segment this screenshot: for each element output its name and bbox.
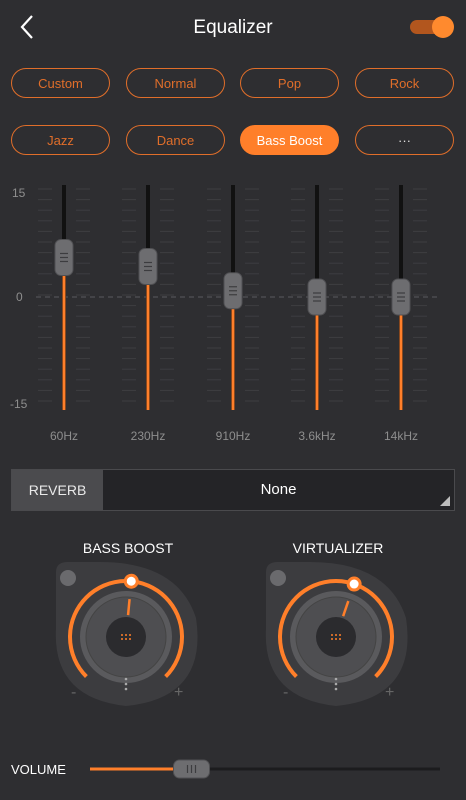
band-label-14khz: 14kHz <box>383 429 418 443</box>
eq-handle-230hz[interactable] <box>138 247 158 285</box>
preset-rock[interactable]: Rock <box>355 68 454 98</box>
knob-grip-dot <box>339 638 341 640</box>
knob-grip-dot <box>125 638 127 640</box>
preset-normal[interactable]: Normal <box>126 68 225 98</box>
virtualizer-minus: - <box>283 684 289 701</box>
band-label-910hz: 910Hz <box>215 429 251 443</box>
equalizer-panel: 15 0 -15 60Hz 230Hz 910Hz 3.6kHz 14kHz <box>0 175 466 450</box>
band-label-3-6khz: 3.6kHz <box>298 429 336 443</box>
knob-grip-dot <box>125 634 127 636</box>
knob-grip-dot <box>121 638 123 640</box>
reverb-label: REVERB <box>12 470 103 510</box>
knob-dot <box>124 677 128 681</box>
volume-label: VOLUME <box>11 762 66 777</box>
eq-handle-60hz[interactable] <box>54 238 74 276</box>
page-title: Equalizer <box>193 17 273 38</box>
reverb-select[interactable]: REVERB None <box>11 469 455 511</box>
knob-grip-dot <box>335 638 337 640</box>
eq-handle-3-6khz[interactable] <box>307 278 327 316</box>
knob-dot <box>124 687 128 691</box>
knob-grip-dot <box>129 638 131 640</box>
band-label-230hz: 230Hz <box>130 429 166 443</box>
preset-bass-boost[interactable]: Bass Boost <box>240 125 339 155</box>
knob-center-cap <box>106 617 146 657</box>
preset-jazz[interactable]: Jazz <box>11 125 110 155</box>
preset-custom[interactable]: Custom <box>11 68 110 98</box>
preset-pop[interactable]: Pop <box>240 68 339 98</box>
toggle-knob <box>432 16 454 38</box>
knob-handle[interactable] <box>123 573 139 589</box>
knob-dot <box>124 682 128 686</box>
preset-more[interactable]: ··· <box>355 125 454 155</box>
band-label-60hz: 60Hz <box>49 429 78 443</box>
knob-indicator-dot <box>270 570 286 586</box>
bass-boost-plus: + <box>174 684 184 701</box>
reverb-value: None <box>260 481 297 498</box>
eq-handle-14khz[interactable] <box>391 278 411 316</box>
knob-dot <box>334 677 338 681</box>
preset-dance[interactable]: Dance <box>126 125 225 155</box>
knob-pointer <box>126 599 131 616</box>
knob-center-cap <box>316 617 356 657</box>
virtualizer-title: VIRTUALIZER <box>292 540 384 556</box>
knob-grip-dot <box>121 634 123 636</box>
virtualizer-plus: + <box>385 684 395 701</box>
knob-grip-dot <box>339 634 341 636</box>
volume-handle[interactable] <box>173 759 210 779</box>
equalizer-toggle[interactable] <box>410 16 454 38</box>
volume-slider[interactable] <box>88 758 444 780</box>
knob-handle[interactable] <box>346 576 362 592</box>
knob-grip-dot <box>129 634 131 636</box>
knob-grip-dot <box>331 634 333 636</box>
bass-boost-title: BASS BOOST <box>82 540 174 556</box>
knob-grip-dot <box>335 634 337 636</box>
bass-boost-minus: - <box>71 684 77 701</box>
knob-dot <box>334 687 338 691</box>
knob-grip-dot <box>331 638 333 640</box>
eq-handle-910hz[interactable] <box>223 272 243 310</box>
knob-indicator-dot <box>60 570 76 586</box>
dropdown-corner-icon <box>440 496 450 506</box>
knob-dot <box>334 682 338 686</box>
eq-sliders <box>36 185 440 410</box>
